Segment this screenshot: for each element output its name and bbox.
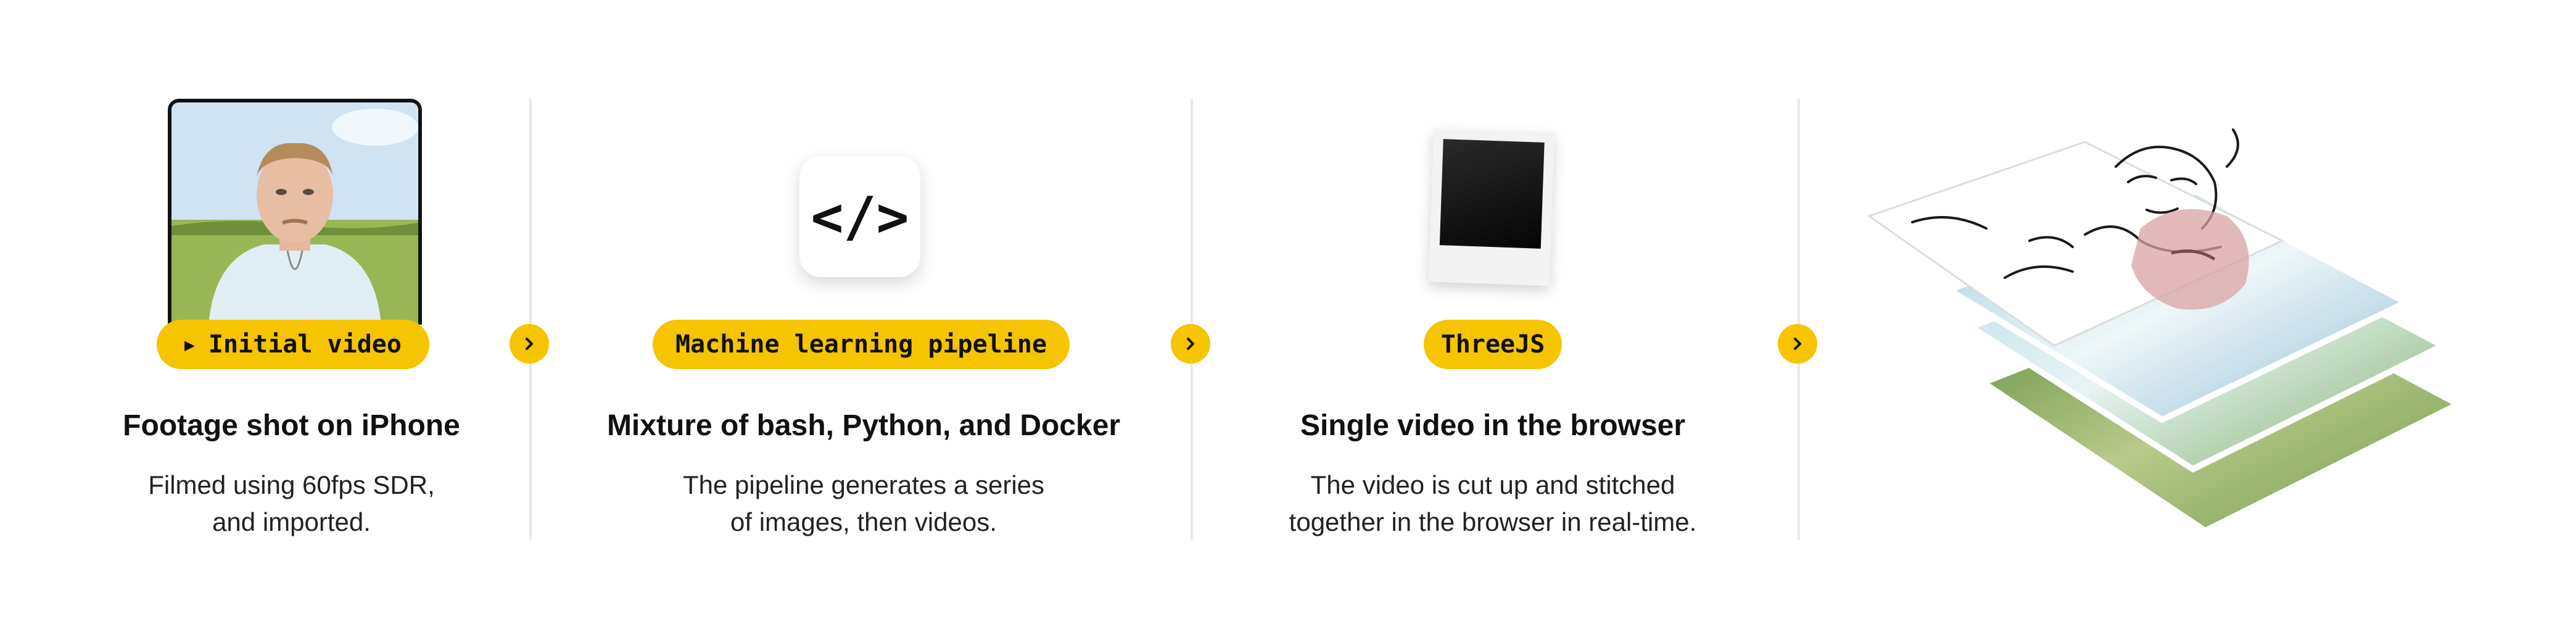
step-tag-label: Initial video	[208, 330, 402, 359]
chevron-right-icon	[1794, 338, 1801, 350]
next-step-arrow	[510, 324, 549, 364]
column-divider	[1191, 99, 1193, 540]
code-icon: </>	[811, 185, 909, 249]
code-icon-card: </>	[799, 156, 920, 277]
step-title: Footage shot on iPhone	[123, 409, 460, 442]
next-step-arrow	[1171, 324, 1210, 364]
step-tag-label: ThreeJS	[1440, 330, 1545, 359]
chevron-right-icon	[526, 338, 533, 350]
play-icon: ▶	[184, 334, 195, 355]
polaroid-frame	[1428, 128, 1555, 286]
step-tag-label: Machine learning pipeline	[675, 330, 1047, 359]
stacked-video-layers-illustration	[1867, 128, 2465, 535]
column-divider	[1798, 99, 1800, 540]
person-photo	[171, 102, 418, 325]
step-description: Filmed using 60fps SDR, and imported.	[148, 470, 435, 536]
initial-video-thumbnail	[168, 99, 422, 325]
polaroid-image	[1439, 139, 1545, 249]
step-description: The pipeline generates a series of image…	[682, 470, 1045, 536]
step-description: The video is cut up and stitched togethe…	[1289, 470, 1697, 536]
step-title: Single video in the browser	[1300, 409, 1686, 442]
step-tag-threejs: ThreeJS	[1424, 320, 1562, 369]
step-tag-initial-video: ▶ Initial video	[157, 320, 429, 369]
step-title: Mixture of bash, Python, and Docker	[606, 409, 1121, 442]
step-tag-ml-pipeline: Machine learning pipeline	[653, 320, 1070, 369]
column-divider	[529, 99, 532, 540]
chevron-right-icon	[1187, 338, 1194, 350]
next-step-arrow	[1778, 324, 1817, 364]
